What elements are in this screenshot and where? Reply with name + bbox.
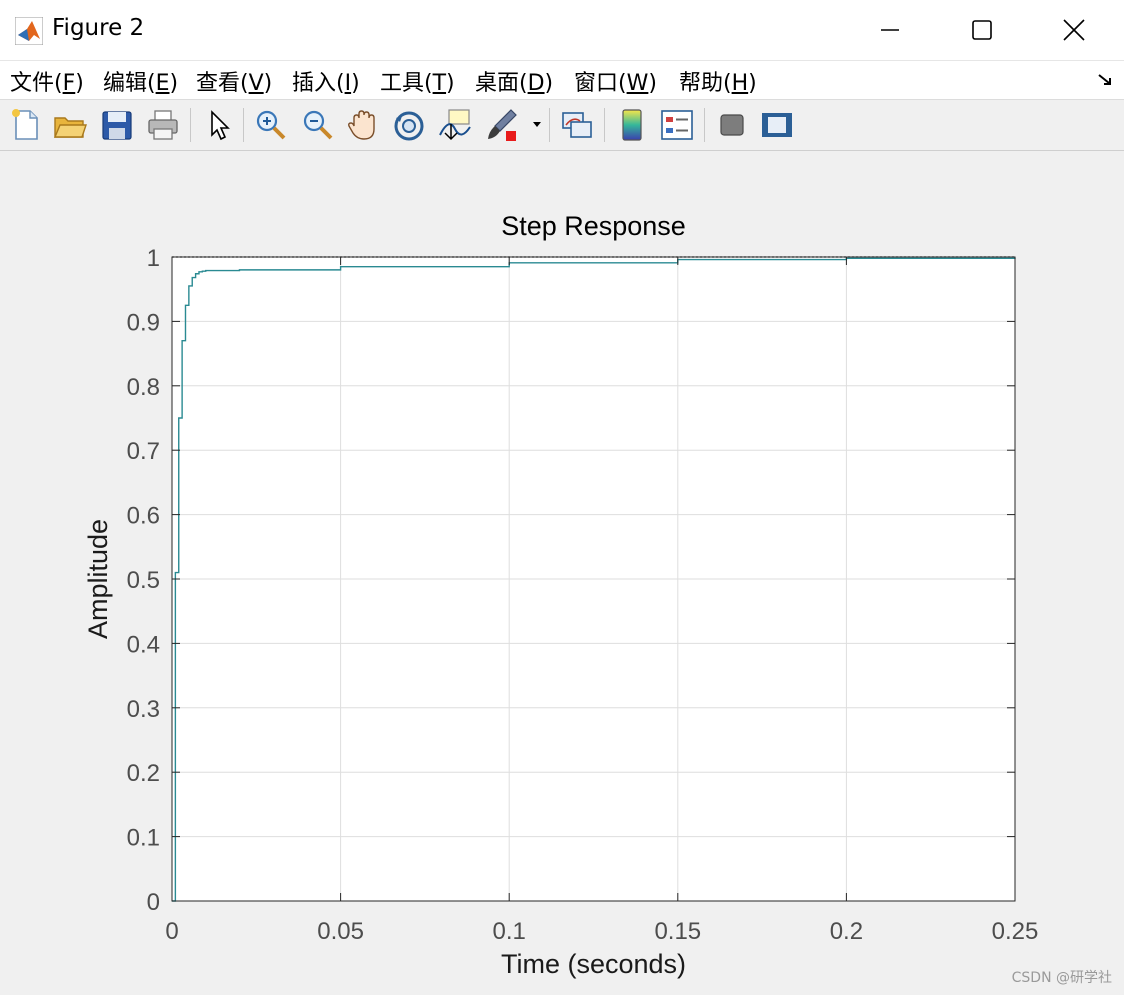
menu-window[interactable]: 窗口(W) xyxy=(574,65,657,97)
y-axis-label: Amplitude xyxy=(83,519,113,639)
menu-insert[interactable]: 插入(I) xyxy=(292,65,360,97)
x-tick-label: 0.1 xyxy=(493,918,526,945)
watermark: CSDN @研学社 xyxy=(1011,970,1112,986)
maximize-icon xyxy=(972,20,992,40)
close-button[interactable] xyxy=(1028,0,1120,60)
menu-file[interactable]: 文件(F) xyxy=(10,65,84,97)
toolbar-separator xyxy=(604,108,605,142)
toolbar-separator xyxy=(549,108,550,142)
minimize-button[interactable] xyxy=(844,0,936,60)
save-icon[interactable] xyxy=(99,107,135,143)
legend-icon[interactable] xyxy=(659,107,695,143)
hide-plot-tools-icon[interactable] xyxy=(714,107,750,143)
y-tick-label: 0.9 xyxy=(127,309,160,336)
y-tick-label: 0.8 xyxy=(127,374,160,401)
menu-view[interactable]: 查看(V) xyxy=(196,65,272,97)
menu-tools[interactable]: 工具(T) xyxy=(380,65,455,97)
zoom-in-icon[interactable] xyxy=(253,107,289,143)
open-file-icon[interactable] xyxy=(52,107,88,143)
x-axis-label: Time (seconds) xyxy=(501,949,686,979)
chevron-down-icon[interactable] xyxy=(532,119,542,129)
figure-toolbar xyxy=(0,100,1124,151)
colorbar-icon[interactable] xyxy=(614,107,650,143)
x-tick-label: 0.2 xyxy=(830,918,863,945)
maximize-button[interactable] xyxy=(936,0,1028,60)
y-tick-label: 0.5 xyxy=(127,567,160,594)
x-tick-label: 0.15 xyxy=(654,918,701,945)
y-tick-label: 0.1 xyxy=(127,825,160,852)
y-tick-label: 0.3 xyxy=(127,696,160,723)
window-titlebar: Figure 2 xyxy=(0,0,1124,61)
show-plot-tools-icon[interactable] xyxy=(759,107,795,143)
step-response-chart: 0 0.05 0.1 0.15 0.2 0.25 00.10.20.30.40.50.60… xyxy=(83,211,1038,979)
link-plot-icon[interactable] xyxy=(559,107,595,143)
toolbar-separator xyxy=(704,108,705,142)
y-tick-label: 0.6 xyxy=(127,503,160,530)
matlab-logo-icon xyxy=(15,17,43,45)
new-figure-icon[interactable] xyxy=(8,107,44,143)
select-arrow-icon[interactable] xyxy=(201,107,237,143)
y-tick-label: 0.2 xyxy=(127,760,160,787)
rotate-3d-icon[interactable] xyxy=(391,107,427,143)
menu-edit[interactable]: 编辑(E) xyxy=(103,65,178,97)
pan-hand-icon[interactable] xyxy=(345,107,381,143)
brush-icon[interactable] xyxy=(484,107,520,143)
x-tick-labels: 0 0.05 0.1 0.15 0.2 0.25 xyxy=(165,918,1038,945)
menu-bar: 文件(F) 编辑(E) 查看(V) 插入(I) 工具(T) 桌面(D) 窗口(W… xyxy=(0,61,1124,100)
chart-title: Step Response xyxy=(501,211,686,241)
y-tick-label: 1 xyxy=(147,245,160,272)
menu-desktop[interactable]: 桌面(D) xyxy=(475,65,553,97)
zoom-out-icon[interactable] xyxy=(300,107,336,143)
y-tick-labels: 0 0.1 0.2 0.3 0.4 0.5 0.6 0.7 0.8 0.9 1 xyxy=(127,245,160,916)
y-tick-label: 0.4 xyxy=(127,631,160,658)
y-tick-label: 0.7 xyxy=(127,438,160,465)
menu-help[interactable]: 帮助(H) xyxy=(679,65,757,97)
x-tick-label: 0.05 xyxy=(317,918,364,945)
toolbar-separator xyxy=(243,108,244,142)
toolbar-separator xyxy=(190,108,191,142)
window-title: Figure 2 xyxy=(52,15,145,41)
y-tick-label: 0 xyxy=(147,889,160,916)
x-tick-label: 0.25 xyxy=(992,918,1039,945)
dock-arrow-icon[interactable] xyxy=(1096,71,1114,89)
close-icon xyxy=(1063,19,1085,41)
print-icon[interactable] xyxy=(145,107,181,143)
data-cursor-icon[interactable] xyxy=(437,107,473,143)
x-tick-label: 0 xyxy=(165,918,178,945)
minimize-icon xyxy=(881,29,899,31)
